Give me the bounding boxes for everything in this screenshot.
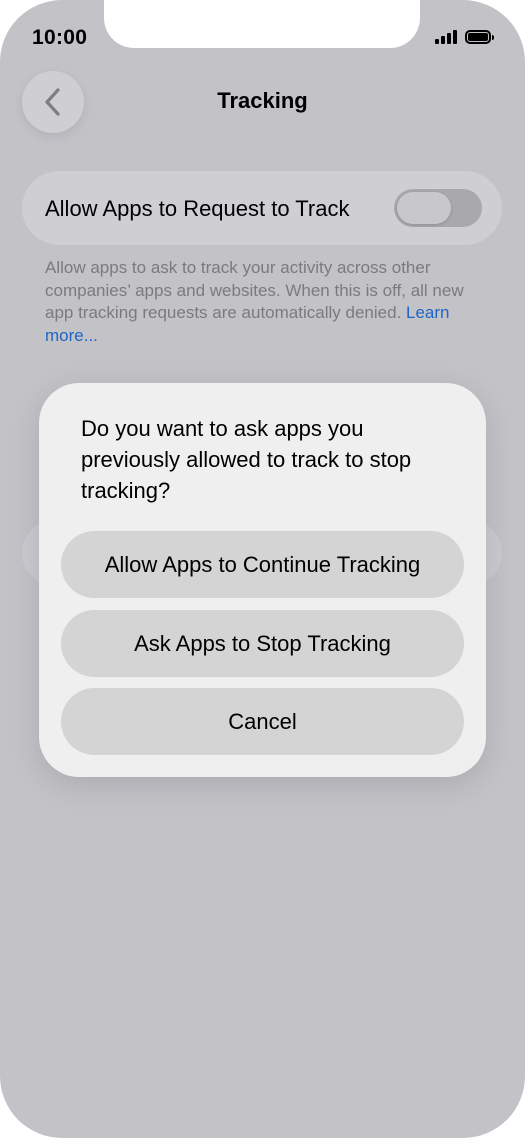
cancel-button[interactable]: Cancel bbox=[61, 688, 464, 755]
allow-continue-tracking-button[interactable]: Allow Apps to Continue Tracking bbox=[61, 531, 464, 598]
alert-message: Do you want to ask apps you previously a… bbox=[81, 416, 412, 503]
ask-stop-tracking-button[interactable]: Ask Apps to Stop Tracking bbox=[61, 610, 464, 677]
tracking-alert-dialog: Do you want to ask apps you previously a… bbox=[39, 383, 486, 777]
allow-tracking-toggle[interactable] bbox=[394, 189, 482, 227]
device-notch bbox=[104, 0, 420, 48]
toggle-knob bbox=[397, 192, 451, 224]
status-icons bbox=[435, 28, 494, 44]
status-time: 10:00 bbox=[32, 26, 88, 49]
tracking-footnote: Allow apps to ask to track your activity… bbox=[45, 257, 490, 347]
page-title: Tracking bbox=[217, 88, 308, 113]
allow-tracking-label: Allow Apps to Request to Track bbox=[45, 196, 350, 221]
footnote-text: Allow apps to ask to track your activity… bbox=[45, 258, 464, 322]
signal-bars-icon bbox=[435, 28, 457, 44]
allow-tracking-row: Allow Apps to Request to Track bbox=[22, 171, 502, 245]
phone-screen: 10:00 Tracking Allow Apps to Request to … bbox=[0, 0, 525, 1138]
battery-full-icon bbox=[465, 30, 494, 44]
